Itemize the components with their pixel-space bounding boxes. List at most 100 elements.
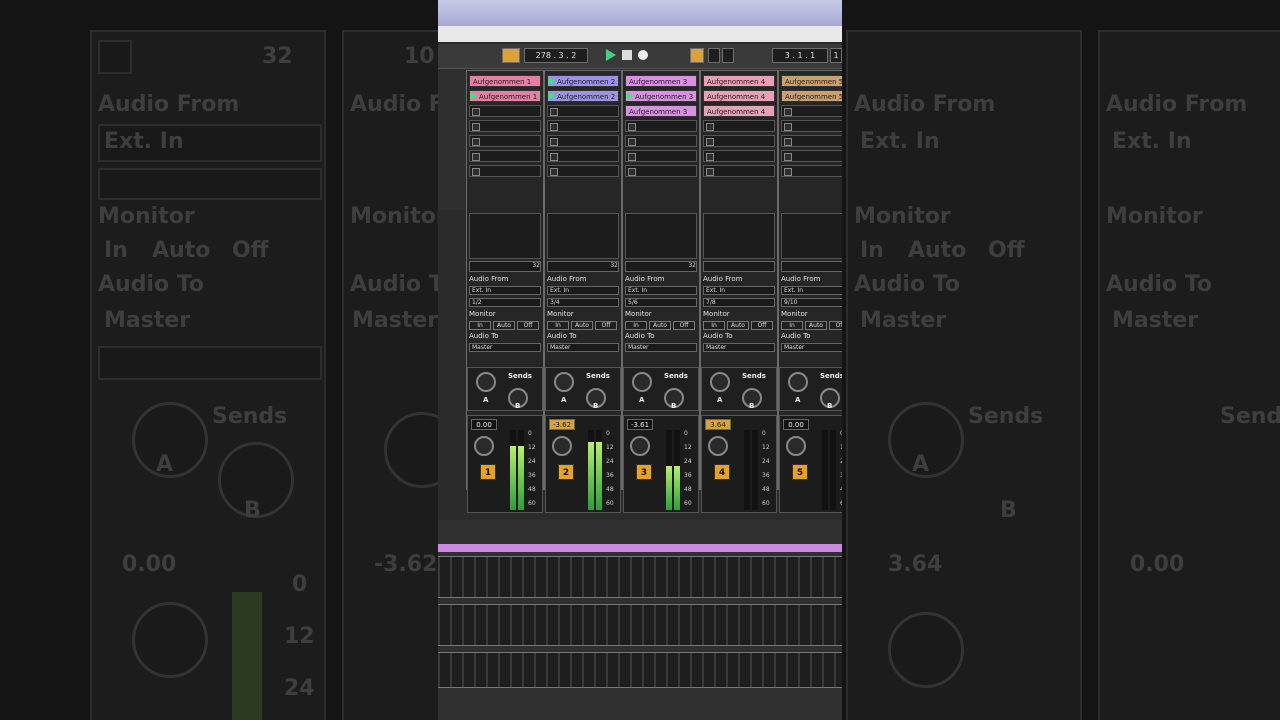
empty-clip-slot[interactable] — [703, 150, 775, 162]
tap-button[interactable] — [502, 48, 520, 63]
arrangement-lane-2[interactable] — [438, 604, 842, 646]
monitor-in-button[interactable]: In — [781, 321, 803, 330]
empty-clip-slot[interactable] — [547, 165, 619, 177]
input-channel-select[interactable]: 7/8 — [703, 298, 775, 307]
empty-clip-slot[interactable] — [469, 120, 541, 132]
empty-clip-slot[interactable] — [469, 150, 541, 162]
clip-stop-icon[interactable] — [550, 168, 558, 176]
volume-field[interactable]: 0.00 — [783, 419, 809, 430]
loop-button[interactable] — [690, 48, 704, 63]
clip-launch-icon[interactable] — [549, 92, 555, 100]
monitor-off-button[interactable]: Off — [595, 321, 617, 330]
empty-clip-slot[interactable] — [625, 150, 697, 162]
clip-2-1[interactable]: Aufgenommen 2 — [547, 75, 619, 87]
send-a-knob[interactable] — [632, 372, 652, 392]
volume-field[interactable]: -3.61 — [627, 419, 653, 430]
volume-field[interactable]: 3.64 — [705, 419, 731, 430]
monitor-auto-button[interactable]: Auto — [727, 321, 749, 330]
empty-clip-slot[interactable] — [547, 105, 619, 117]
empty-clip-slot[interactable] — [469, 165, 541, 177]
audio-from-select[interactable]: Ext. In — [703, 286, 775, 295]
audio-to-select[interactable]: Master — [625, 343, 697, 352]
monitor-off-button[interactable]: Off — [829, 321, 842, 330]
empty-clip-slot[interactable] — [703, 165, 775, 177]
clip-3-2[interactable]: Aufgenommen 3 — [625, 90, 697, 102]
record-icon[interactable] — [638, 50, 648, 60]
monitor-in-button[interactable]: In — [625, 321, 647, 330]
clip-stop-icon[interactable] — [628, 123, 636, 131]
empty-clip-slot[interactable] — [781, 165, 842, 177]
empty-clip-slot[interactable] — [625, 120, 697, 132]
clip-stop-icon[interactable] — [784, 153, 792, 161]
monitor-auto-button[interactable]: Auto — [649, 321, 671, 330]
monitor-auto-button[interactable]: Auto — [493, 321, 515, 330]
audio-from-select[interactable]: Ext. In — [547, 286, 619, 295]
clip-stop-icon[interactable] — [628, 138, 636, 146]
clip-stop-icon[interactable] — [550, 138, 558, 146]
empty-clip-slot[interactable] — [547, 120, 619, 132]
input-channel-select[interactable]: 5/6 — [625, 298, 697, 307]
send-a-knob[interactable] — [788, 372, 808, 392]
loop-length[interactable]: 1 — [830, 48, 842, 63]
punch-in-button[interactable] — [708, 48, 720, 63]
clip-stop-icon[interactable] — [472, 168, 480, 176]
punch-out-button[interactable] — [722, 48, 734, 63]
clip-stop-icon[interactable] — [784, 168, 792, 176]
pan-knob[interactable] — [474, 436, 494, 456]
play-icon[interactable] — [606, 49, 616, 61]
clip-2-2[interactable]: Aufgenommen 2 — [547, 90, 619, 102]
audio-from-select[interactable]: Ext. In — [625, 286, 697, 295]
empty-clip-slot[interactable] — [547, 150, 619, 162]
clip-5-2[interactable]: Aufgenommen 5 — [781, 90, 842, 102]
track-stop-row[interactable]: 32 — [469, 261, 541, 272]
monitor-in-button[interactable]: In — [703, 321, 725, 330]
arrangement-lane-3[interactable] — [438, 652, 842, 688]
clip-stop-icon[interactable] — [628, 153, 636, 161]
track-stop-row[interactable] — [703, 261, 775, 272]
empty-clip-slot[interactable] — [469, 135, 541, 147]
stop-icon[interactable] — [622, 50, 632, 60]
input-channel-select[interactable]: 1/2 — [469, 298, 541, 307]
pan-knob[interactable] — [708, 436, 728, 456]
clip-stop-icon[interactable] — [472, 123, 480, 131]
empty-clip-slot[interactable] — [703, 135, 775, 147]
clip-stop-icon[interactable] — [784, 108, 792, 116]
track-activator-button[interactable]: 5 — [792, 464, 808, 480]
clip-stop-icon[interactable] — [706, 153, 714, 161]
clip-stop-icon[interactable] — [784, 123, 792, 131]
monitor-off-button[interactable]: Off — [751, 321, 773, 330]
clip-1-2[interactable]: Aufgenommen 1 — [469, 90, 541, 102]
clip-stop-icon[interactable] — [706, 138, 714, 146]
clip-stop-icon[interactable] — [706, 123, 714, 131]
audio-from-select[interactable]: Ext. In — [469, 286, 541, 295]
empty-clip-slot[interactable] — [781, 150, 842, 162]
track-activator-button[interactable]: 4 — [714, 464, 730, 480]
clip-launch-icon[interactable] — [471, 92, 477, 100]
clip-3-3[interactable]: Aufgenommen 3 — [625, 105, 697, 117]
empty-clip-slot[interactable] — [781, 120, 842, 132]
input-channel-select[interactable]: 9/10 — [781, 298, 842, 307]
clip-stop-icon[interactable] — [784, 138, 792, 146]
audio-to-select[interactable]: Master — [547, 343, 619, 352]
clip-3-1[interactable]: Aufgenommen 3 — [625, 75, 697, 87]
audio-to-select[interactable]: Master — [781, 343, 842, 352]
drop-area[interactable] — [547, 213, 619, 259]
clip-stop-icon[interactable] — [628, 168, 636, 176]
track-activator-button[interactable]: 1 — [480, 464, 496, 480]
clip-4-1[interactable]: Aufgenommen 4 — [703, 75, 775, 87]
clip-5-1[interactable]: Aufgenommen 5 — [781, 75, 842, 87]
drop-area[interactable] — [469, 213, 541, 259]
drop-area[interactable] — [781, 213, 842, 259]
monitor-off-button[interactable]: Off — [673, 321, 695, 330]
arrangement-lane-1[interactable] — [438, 556, 842, 598]
audio-to-select[interactable]: Master — [703, 343, 775, 352]
clip-stop-icon[interactable] — [550, 123, 558, 131]
monitor-auto-button[interactable]: Auto — [571, 321, 593, 330]
monitor-in-button[interactable]: In — [469, 321, 491, 330]
clip-stop-icon[interactable] — [550, 108, 558, 116]
empty-clip-slot[interactable] — [625, 135, 697, 147]
clip-4-3[interactable]: Aufgenommen 4 — [703, 105, 775, 117]
audio-to-select[interactable]: Master — [469, 343, 541, 352]
track-stop-row[interactable]: 32 — [625, 261, 697, 272]
track-stop-row[interactable]: 32 — [547, 261, 619, 272]
